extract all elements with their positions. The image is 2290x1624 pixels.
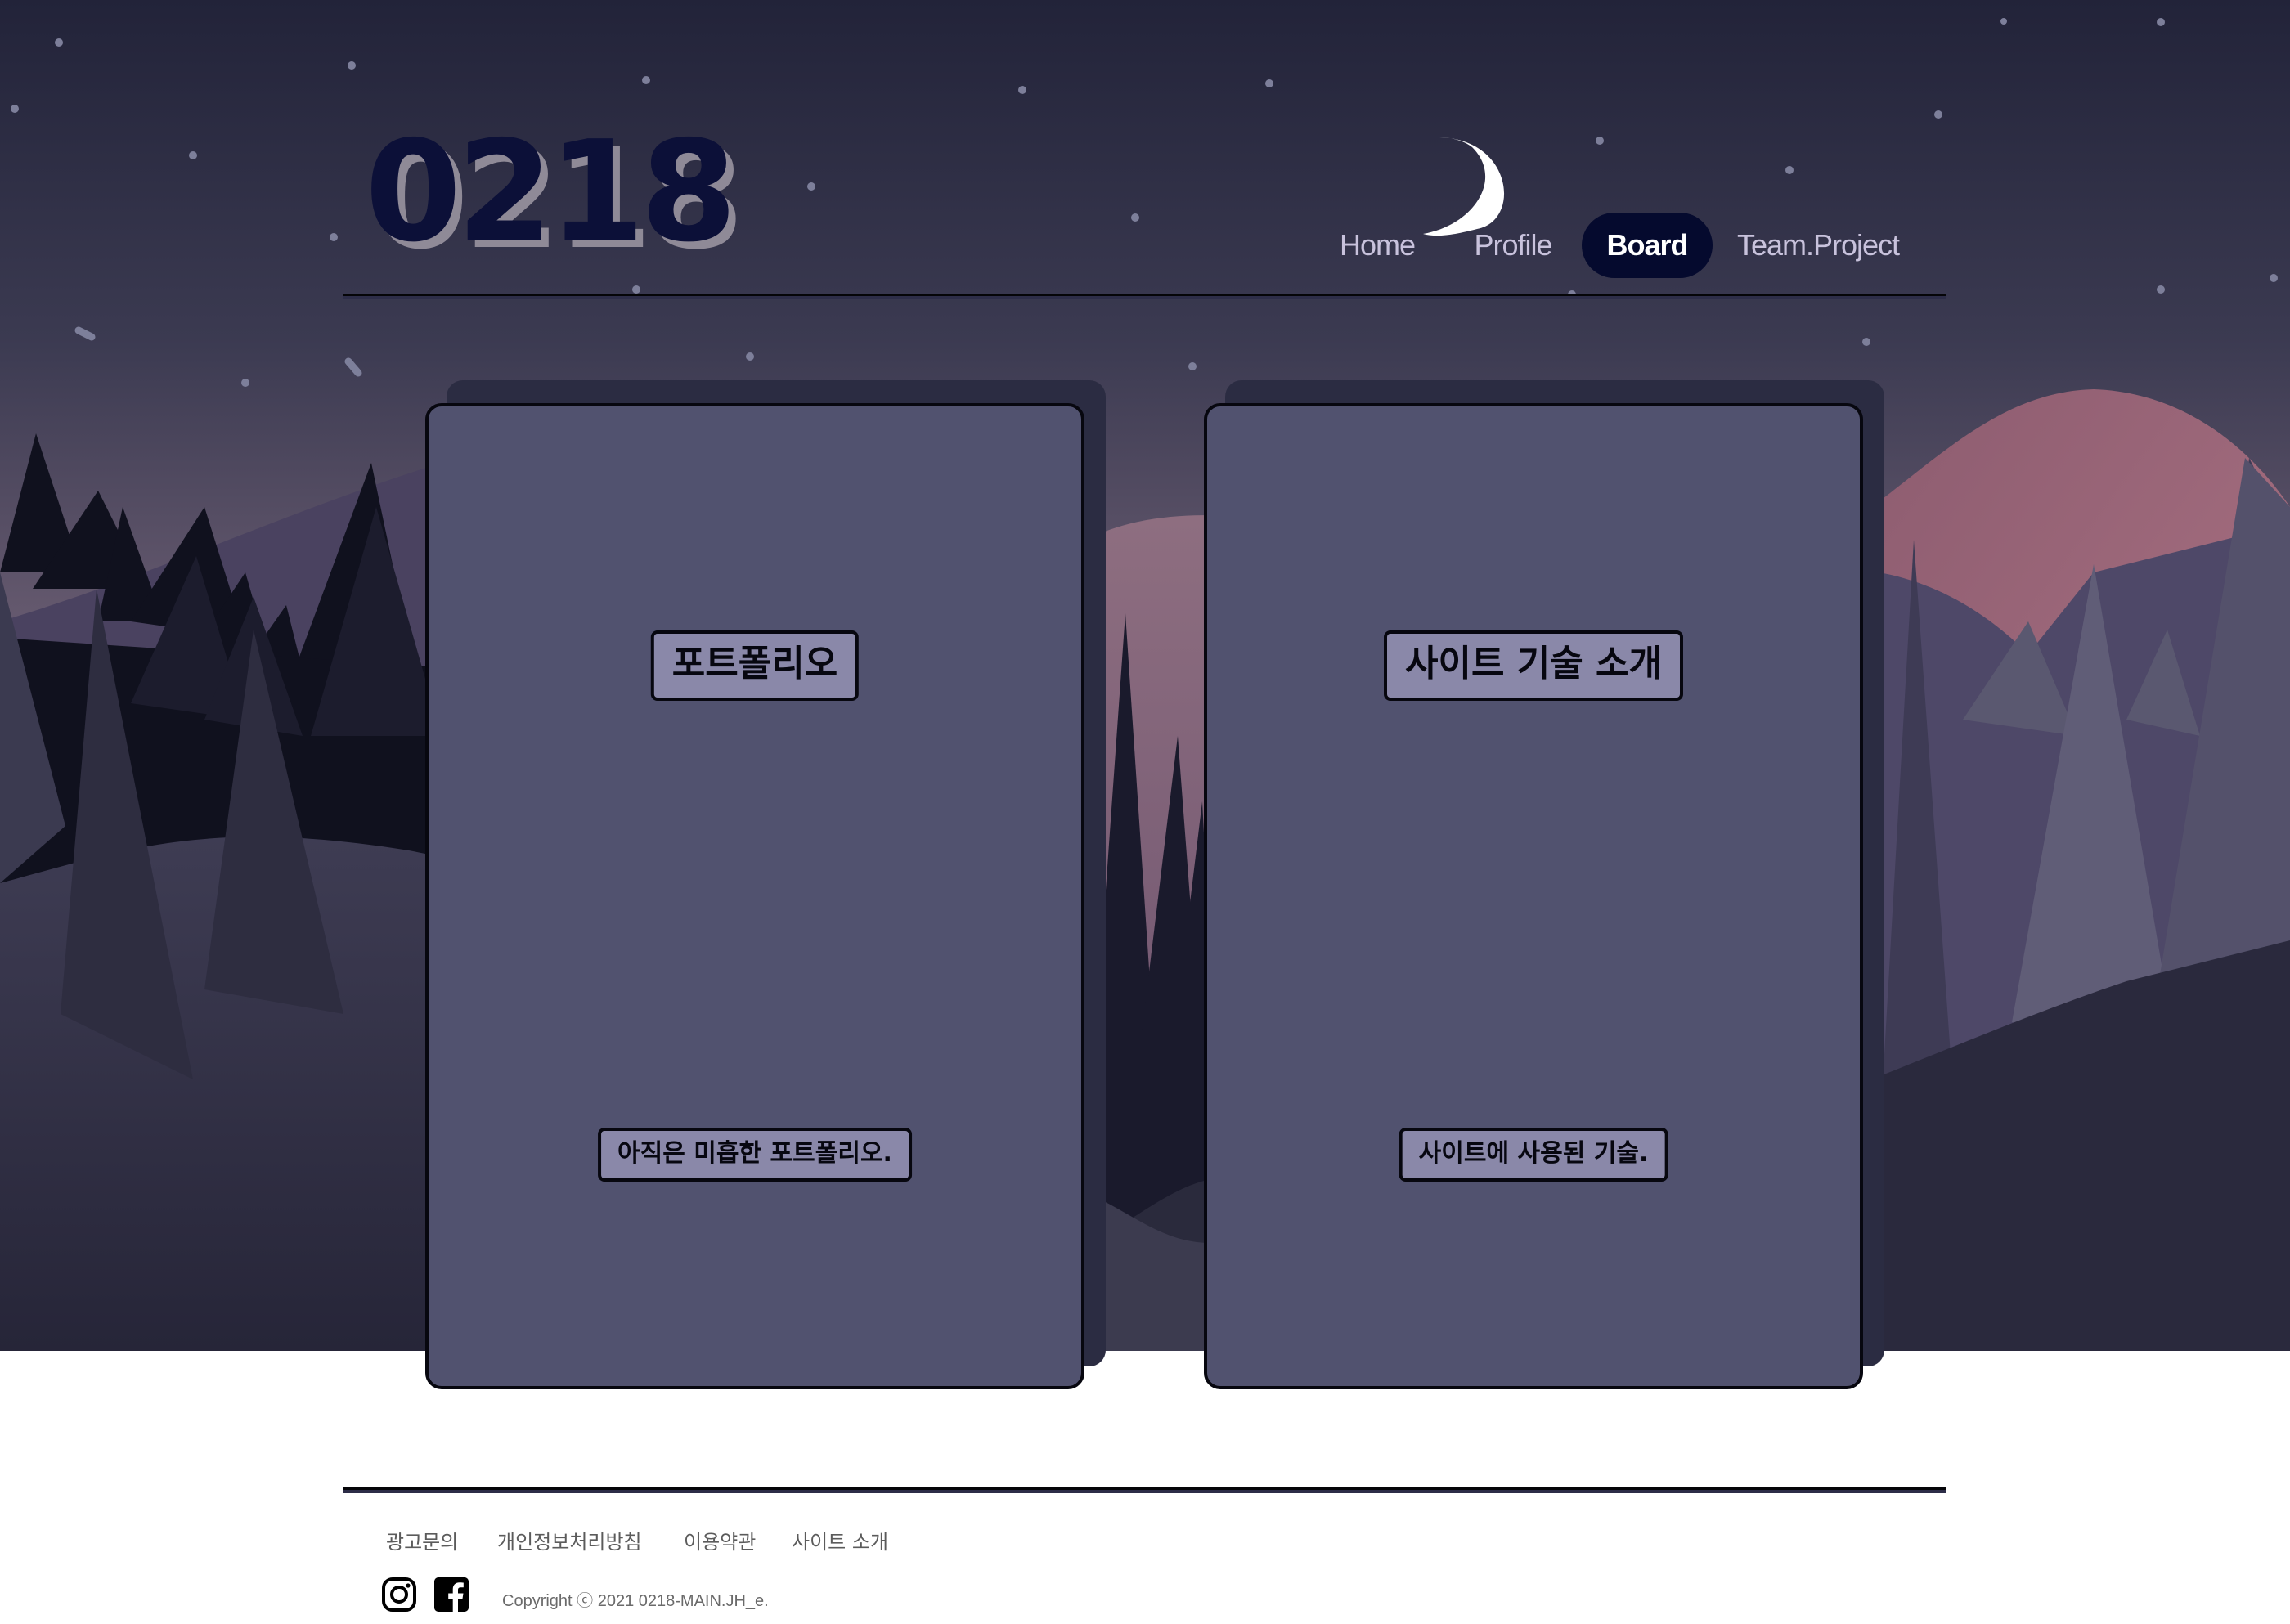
- nav-profile[interactable]: Profile: [1456, 213, 1570, 278]
- card-site-tech[interactable]: 사이트 기술 소개 사이트에 사용된 기술.: [1204, 403, 1863, 1389]
- header-divider: [344, 294, 1946, 299]
- background-landscape: [0, 0, 2290, 1351]
- main-nav: Home Profile Board Team.Project: [1309, 213, 1930, 278]
- site-logo[interactable]: 0218: [365, 123, 737, 262]
- footer-link-about[interactable]: 사이트 소개: [792, 1526, 888, 1554]
- card-title: 포트폴리오: [650, 630, 860, 701]
- footer-link-terms[interactable]: 이용약관: [684, 1526, 756, 1554]
- footer-divider: [344, 1487, 1946, 1493]
- nav-team-project[interactable]: Team.Project: [1724, 213, 1912, 278]
- nav-home[interactable]: Home: [1309, 213, 1446, 278]
- facebook-icon[interactable]: [433, 1577, 469, 1613]
- footer-link-privacy[interactable]: 개인정보처리방침: [497, 1526, 642, 1554]
- copyright-text: Copyright ⓒ 2021 0218-MAIN.JH_e.: [502, 1592, 769, 1610]
- card-portfolio[interactable]: 포트폴리오 아직은 미흡한 포트폴리오.: [425, 403, 1084, 1389]
- instagram-icon[interactable]: [381, 1577, 417, 1613]
- card-description: 아직은 미흡한 포트폴리오.: [598, 1128, 912, 1182]
- card-title: 사이트 기술 소개: [1384, 630, 1683, 701]
- nav-board[interactable]: Board: [1582, 213, 1713, 278]
- footer-link-ad-inquiry[interactable]: 광고문의: [386, 1526, 458, 1554]
- card-description: 사이트에 사용된 기술.: [1399, 1128, 1668, 1182]
